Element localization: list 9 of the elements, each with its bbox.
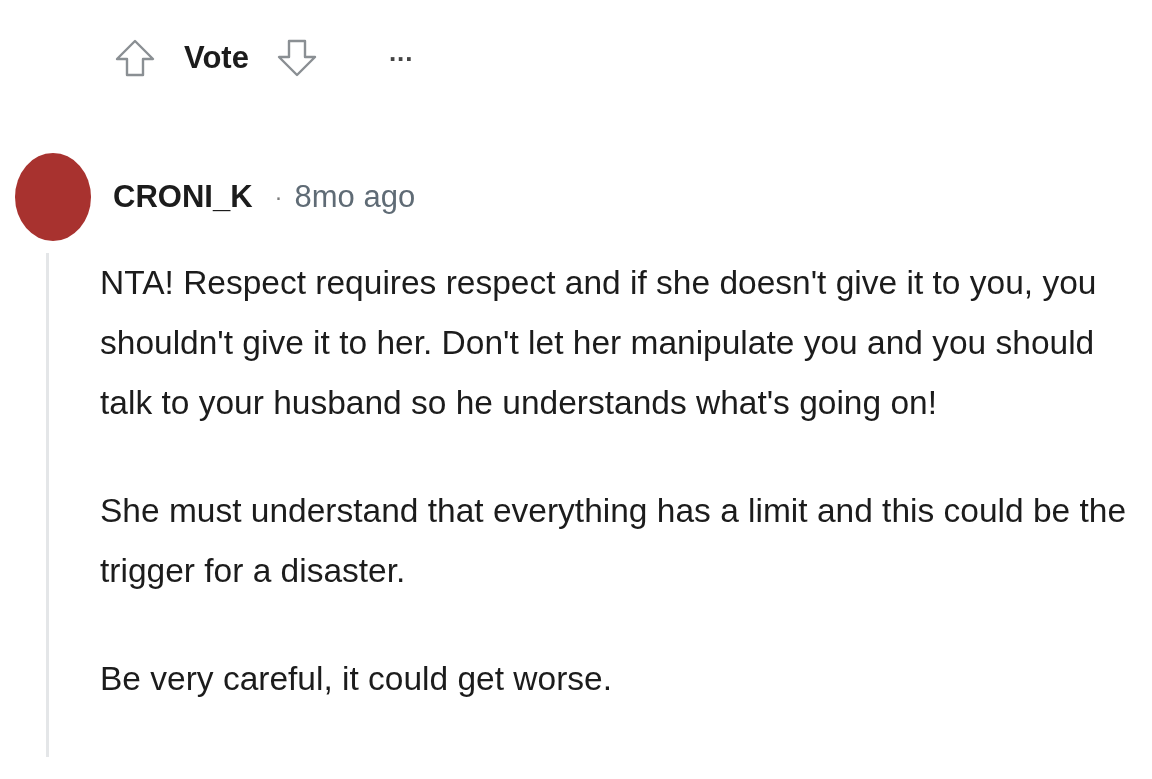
- comment-paragraph: Be very careful, it could get worse.: [100, 659, 614, 699]
- separator-dot: ·: [274, 183, 283, 211]
- username[interactable]: CRONI_K: [113, 179, 253, 215]
- comment-paragraph: NTA! Respect requires respect and if she doesn't give it to you, you shouldn't give it to her. Don't let her manipulate you and you should talk to your husband so he understands what's going on!: [100, 263, 1098, 423]
- timestamp: 8mo ago: [294, 179, 416, 215]
- upvote-icon[interactable]: [113, 38, 157, 78]
- vote-label: Vote: [184, 40, 249, 76]
- comment-paragraph: She must understand that everything has a limit and this could be the trigger for a disaster.: [100, 491, 1128, 591]
- more-options[interactable]: ...: [388, 36, 414, 68]
